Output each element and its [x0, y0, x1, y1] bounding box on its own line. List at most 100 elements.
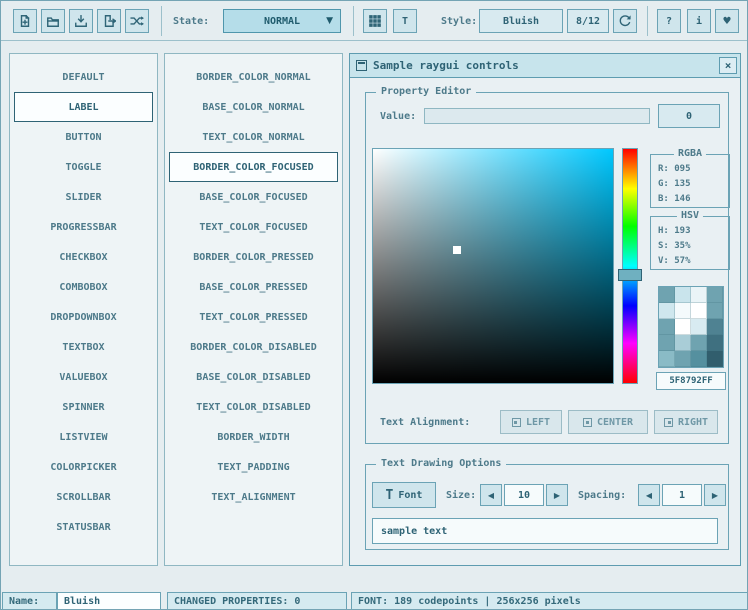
value-box[interactable]: 0: [658, 104, 720, 128]
window-titlebar[interactable]: Sample raygui controls ×: [350, 54, 740, 78]
hue-bar[interactable]: [622, 148, 638, 384]
control-item-colorpicker[interactable]: COLORPICKER: [14, 452, 153, 482]
hex-value-box[interactable]: 5F8792FF: [656, 372, 726, 390]
control-item-dropdownbox[interactable]: DROPDOWNBOX: [14, 302, 153, 332]
save-file-button[interactable]: [69, 9, 93, 33]
palette-color-19[interactable]: [707, 351, 723, 367]
new-file-button[interactable]: [13, 9, 37, 33]
reload-style-button[interactable]: [613, 9, 637, 33]
palette-color-7[interactable]: [707, 303, 723, 319]
sample-text-input[interactable]: [372, 518, 718, 544]
property-item-base_color_focused[interactable]: BASE_COLOR_FOCUSED: [169, 182, 338, 212]
align-right-button[interactable]: RIGHT: [654, 410, 718, 434]
control-item-valuebox[interactable]: VALUEBOX: [14, 362, 153, 392]
palette-color-5[interactable]: [675, 303, 691, 319]
control-item-textbox[interactable]: TEXTBOX: [14, 332, 153, 362]
property-item-text_color_focused[interactable]: TEXT_COLOR_FOCUSED: [169, 212, 338, 242]
palette-color-9[interactable]: [675, 319, 691, 335]
palette-color-1[interactable]: [675, 287, 691, 303]
chevron-down-icon: ▼: [326, 16, 333, 26]
export-file-button[interactable]: [97, 9, 121, 33]
control-item-progressbar[interactable]: PROGRESSBAR: [14, 212, 153, 242]
align-left-button[interactable]: LEFT: [500, 410, 562, 434]
table-view-button[interactable]: [363, 9, 387, 33]
palette-color-0[interactable]: [659, 287, 675, 303]
text-editor-button[interactable]: T: [393, 9, 417, 33]
property-item-border_color_focused[interactable]: BORDER_COLOR_FOCUSED: [169, 152, 338, 182]
palette-color-6[interactable]: [691, 303, 707, 319]
control-item-checkbox[interactable]: CHECKBOX: [14, 242, 153, 272]
property-item-border_color_normal[interactable]: BORDER_COLOR_NORMAL: [169, 62, 338, 92]
size-value-input[interactable]: [504, 484, 544, 506]
about-button[interactable]: i: [687, 9, 711, 33]
hsv-h: H: 193: [651, 223, 729, 238]
text-alignment-buttons: LEFTCENTERRIGHT: [500, 410, 718, 434]
palette-color-17[interactable]: [675, 351, 691, 367]
property-item-border_color_pressed[interactable]: BORDER_COLOR_PRESSED: [169, 242, 338, 272]
property-item-base_color_pressed[interactable]: BASE_COLOR_PRESSED: [169, 272, 338, 302]
control-item-default[interactable]: DEFAULT: [14, 62, 153, 92]
value-slider[interactable]: [424, 108, 650, 124]
palette-color-11[interactable]: [707, 319, 723, 335]
sponsor-button[interactable]: ♥: [715, 9, 739, 33]
control-item-statusbar[interactable]: STATUSBAR: [14, 512, 153, 542]
property-item-base_color_normal[interactable]: BASE_COLOR_NORMAL: [169, 92, 338, 122]
control-item-label[interactable]: LABEL: [14, 92, 153, 122]
control-item-combobox[interactable]: COMBOBOX: [14, 272, 153, 302]
shuffle-icon: [130, 14, 144, 28]
palette-color-2[interactable]: [691, 287, 707, 303]
control-item-toggle[interactable]: TOGGLE: [14, 152, 153, 182]
palette-color-10[interactable]: [691, 319, 707, 335]
align-left-icon: [512, 418, 521, 427]
value-label: Value:: [380, 104, 416, 128]
spacing-value-input[interactable]: [662, 484, 702, 506]
hue-slider-handle[interactable]: [618, 269, 642, 281]
align-center-button[interactable]: CENTER: [568, 410, 648, 434]
help-button[interactable]: ?: [657, 9, 681, 33]
font-button[interactable]: T Font: [372, 482, 436, 508]
color-picker-cursor[interactable]: [453, 246, 461, 254]
save-icon: [74, 14, 88, 28]
palette-color-3[interactable]: [707, 287, 723, 303]
grid-icon: [368, 14, 382, 28]
control-item-spinner[interactable]: SPINNER: [14, 392, 153, 422]
open-file-button[interactable]: [41, 9, 65, 33]
palette-color-15[interactable]: [707, 335, 723, 351]
state-dropdown[interactable]: NORMAL ▼: [223, 9, 341, 33]
style-name-button[interactable]: Bluish: [479, 9, 563, 33]
property-item-text_color_normal[interactable]: TEXT_COLOR_NORMAL: [169, 122, 338, 152]
spacing-increase-button[interactable]: ▶: [704, 484, 726, 506]
size-increase-button[interactable]: ▶: [546, 484, 568, 506]
spacing-decrease-button[interactable]: ◀: [638, 484, 660, 506]
palette-color-16[interactable]: [659, 351, 675, 367]
property-item-border_width[interactable]: BORDER_WIDTH: [169, 422, 338, 452]
palette-color-4[interactable]: [659, 303, 675, 319]
text-tool-label: T: [402, 16, 408, 27]
style-index-button[interactable]: 8/12: [567, 9, 609, 33]
palette-color-12[interactable]: [659, 335, 675, 351]
toolbar: State: NORMAL ▼ T Style: Bluish 8/12 ? i: [1, 1, 747, 41]
random-style-button[interactable]: [125, 9, 149, 33]
control-item-slider[interactable]: SLIDER: [14, 182, 153, 212]
palette-color-14[interactable]: [691, 335, 707, 351]
hex-value: 5F8792FF: [669, 376, 712, 386]
palette-color-13[interactable]: [675, 335, 691, 351]
color-picker-panel[interactable]: [372, 148, 614, 384]
align-center-icon: [583, 418, 592, 427]
property-item-text_padding[interactable]: TEXT_PADDING: [169, 452, 338, 482]
reload-icon: [618, 14, 632, 28]
control-item-listview[interactable]: LISTVIEW: [14, 422, 153, 452]
property-item-text_color_pressed[interactable]: TEXT_COLOR_PRESSED: [169, 302, 338, 332]
palette-color-8[interactable]: [659, 319, 675, 335]
size-decrease-button[interactable]: ◀: [480, 484, 502, 506]
property-item-text_color_disabled[interactable]: TEXT_COLOR_DISABLED: [169, 392, 338, 422]
palette-color-18[interactable]: [691, 351, 707, 367]
property-item-text_alignment[interactable]: TEXT_ALIGNMENT: [169, 482, 338, 512]
property-item-base_color_disabled[interactable]: BASE_COLOR_DISABLED: [169, 362, 338, 392]
control-item-scrollbar[interactable]: SCROLLBAR: [14, 482, 153, 512]
property-item-border_color_disabled[interactable]: BORDER_COLOR_DISABLED: [169, 332, 338, 362]
style-name-input[interactable]: [57, 592, 161, 610]
close-button[interactable]: ×: [719, 57, 737, 74]
heart-icon: ♥: [723, 16, 732, 27]
control-item-button[interactable]: BUTTON: [14, 122, 153, 152]
